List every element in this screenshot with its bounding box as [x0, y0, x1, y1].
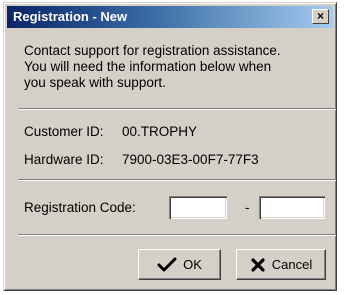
hardware-id-label: Hardware ID:	[24, 152, 104, 167]
x-icon	[251, 257, 265, 272]
checkmark-icon	[157, 257, 177, 271]
registration-code-field-2[interactable]	[259, 196, 325, 219]
separator	[18, 179, 336, 181]
customer-id-label: Customer ID:	[24, 124, 104, 139]
separator	[18, 234, 336, 236]
message-line: Contact support for registration assista…	[24, 43, 281, 58]
registration-dialog: Registration - New × Contact support for…	[3, 2, 337, 291]
customer-id-value: 00.TROPHY	[122, 124, 198, 139]
ok-button[interactable]: OK	[138, 249, 221, 280]
message-line: you speak with support.	[24, 75, 166, 90]
close-icon: ×	[316, 9, 324, 23]
cancel-button[interactable]: Cancel	[236, 249, 326, 280]
ok-label: OK	[183, 257, 202, 272]
registration-code-label: Registration Code:	[24, 200, 136, 215]
registration-code-separator: -	[245, 200, 250, 215]
instruction-message: Contact support for registration assista…	[24, 43, 334, 91]
cancel-label: Cancel	[271, 257, 313, 272]
message-line: You will need the information below when	[24, 59, 272, 74]
hardware-id-value: 7900-03E3-00F7-77F3	[122, 152, 259, 167]
title-bar[interactable]: Registration - New ×	[7, 6, 333, 28]
registration-code-field-1[interactable]	[169, 196, 227, 219]
window-title: Registration - New	[13, 9, 128, 24]
close-button[interactable]: ×	[312, 9, 329, 24]
separator	[18, 108, 336, 110]
